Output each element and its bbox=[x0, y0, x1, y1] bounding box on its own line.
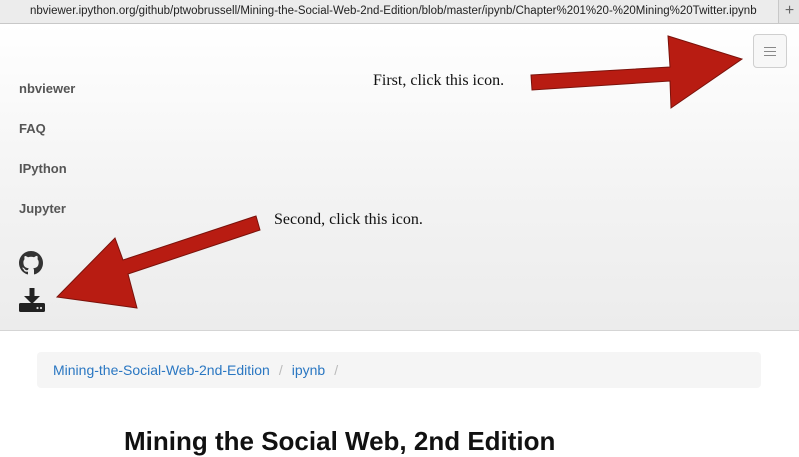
github-icon[interactable] bbox=[19, 251, 43, 275]
nav-link-ipython[interactable]: IPython bbox=[19, 161, 67, 176]
new-tab-button[interactable]: + bbox=[778, 0, 799, 23]
breadcrumb: Mining-the-Social-Web-2nd-Edition / ipynb / bbox=[37, 352, 761, 388]
nav-link-faq[interactable]: FAQ bbox=[19, 121, 46, 136]
url-text[interactable]: nbviewer.ipython.org/github/ptwobrussell… bbox=[30, 5, 757, 17]
address-bar[interactable]: nbviewer.ipython.org/github/ptwobrussell… bbox=[0, 0, 799, 24]
annotation-second: Second, click this icon. bbox=[274, 211, 423, 228]
page-title: Mining the Social Web, 2nd Edition bbox=[124, 426, 556, 456]
download-icon[interactable] bbox=[19, 288, 45, 312]
breadcrumb-link-repo[interactable]: Mining-the-Social-Web-2nd-Edition bbox=[53, 362, 270, 378]
navbar-toggle-button[interactable] bbox=[753, 34, 787, 68]
nav-link-jupyter[interactable]: Jupyter bbox=[19, 201, 66, 216]
nav-link-nbviewer[interactable]: nbviewer bbox=[19, 81, 75, 96]
hamburger-menu-icon bbox=[764, 47, 776, 56]
breadcrumb-separator: / bbox=[278, 362, 283, 378]
breadcrumb-separator: / bbox=[334, 362, 339, 378]
breadcrumb-link-ipynb[interactable]: ipynb bbox=[292, 362, 325, 378]
annotation-first: First, click this icon. bbox=[373, 72, 505, 89]
navbar bbox=[0, 24, 799, 331]
